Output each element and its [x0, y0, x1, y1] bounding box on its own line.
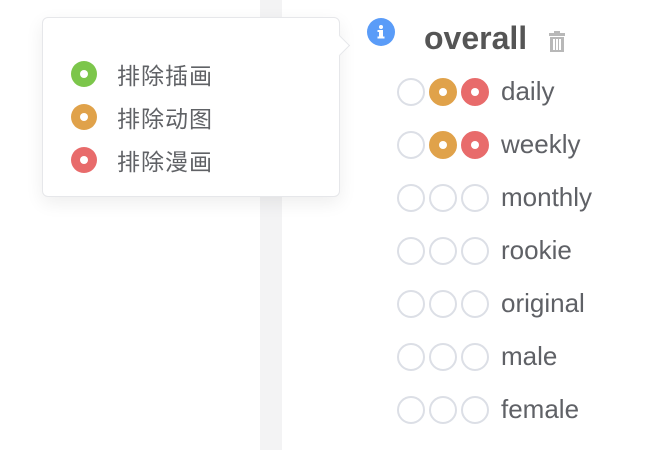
row-male: male [397, 330, 592, 383]
row-label: monthly [501, 182, 593, 212]
row-label: rookie [501, 235, 572, 265]
row-daily: daily [397, 65, 592, 118]
trash-icon[interactable] [547, 31, 567, 58]
toggle-illustration[interactable] [397, 130, 425, 159]
toggle-manga[interactable] [461, 342, 489, 371]
toggle-manga[interactable] [461, 395, 489, 424]
legend-item-animation: 排除动图 [71, 95, 213, 138]
toggle-animation[interactable] [429, 289, 457, 318]
legend-label: 排除插画 [117, 63, 213, 90]
toggle-manga[interactable] [461, 289, 489, 318]
row-female: female [397, 383, 592, 436]
toggle-animation[interactable] [429, 77, 457, 106]
info-icon[interactable] [367, 18, 395, 46]
row-weekly: weekly [397, 118, 592, 171]
row-monthly: monthly [397, 171, 592, 224]
section-title: overall [424, 20, 528, 56]
toggle-animation[interactable] [429, 130, 457, 159]
row-label: daily [501, 76, 555, 106]
row-label: weekly [501, 129, 581, 159]
toggle-animation[interactable] [429, 395, 457, 424]
toggle-manga[interactable] [461, 77, 489, 106]
toggle-illustration[interactable] [397, 77, 425, 106]
orange-dot-icon [71, 103, 97, 130]
toggle-animation[interactable] [429, 236, 457, 265]
toggle-illustration[interactable] [397, 183, 425, 212]
row-rookie: rookie [397, 224, 592, 277]
ranking-rows: daily weekly monthly rookie original mal… [397, 65, 592, 436]
legend-item-manga: 排除漫画 [71, 138, 213, 181]
legend-item-illustration: 排除插画 [71, 52, 213, 95]
toggle-animation[interactable] [429, 342, 457, 371]
toggle-illustration[interactable] [397, 395, 425, 424]
legend-label: 排除动图 [117, 106, 213, 133]
toggle-illustration[interactable] [397, 289, 425, 318]
green-dot-icon [71, 60, 97, 87]
row-label: female [501, 394, 580, 424]
toggle-manga[interactable] [461, 130, 489, 159]
toggle-illustration[interactable] [397, 342, 425, 371]
toggle-manga[interactable] [461, 236, 489, 265]
legend-list: 排除插画 排除动图 排除漫画 [71, 52, 213, 181]
toggle-animation[interactable] [429, 183, 457, 212]
row-original: original [397, 277, 592, 330]
red-dot-icon [71, 146, 97, 173]
legend-label: 排除漫画 [117, 149, 213, 176]
exclusion-legend-popover: 排除插画 排除动图 排除漫画 [42, 17, 340, 197]
row-label: male [501, 341, 558, 371]
toggle-illustration[interactable] [397, 236, 425, 265]
row-label: original [501, 288, 585, 318]
toggle-manga[interactable] [461, 183, 489, 212]
